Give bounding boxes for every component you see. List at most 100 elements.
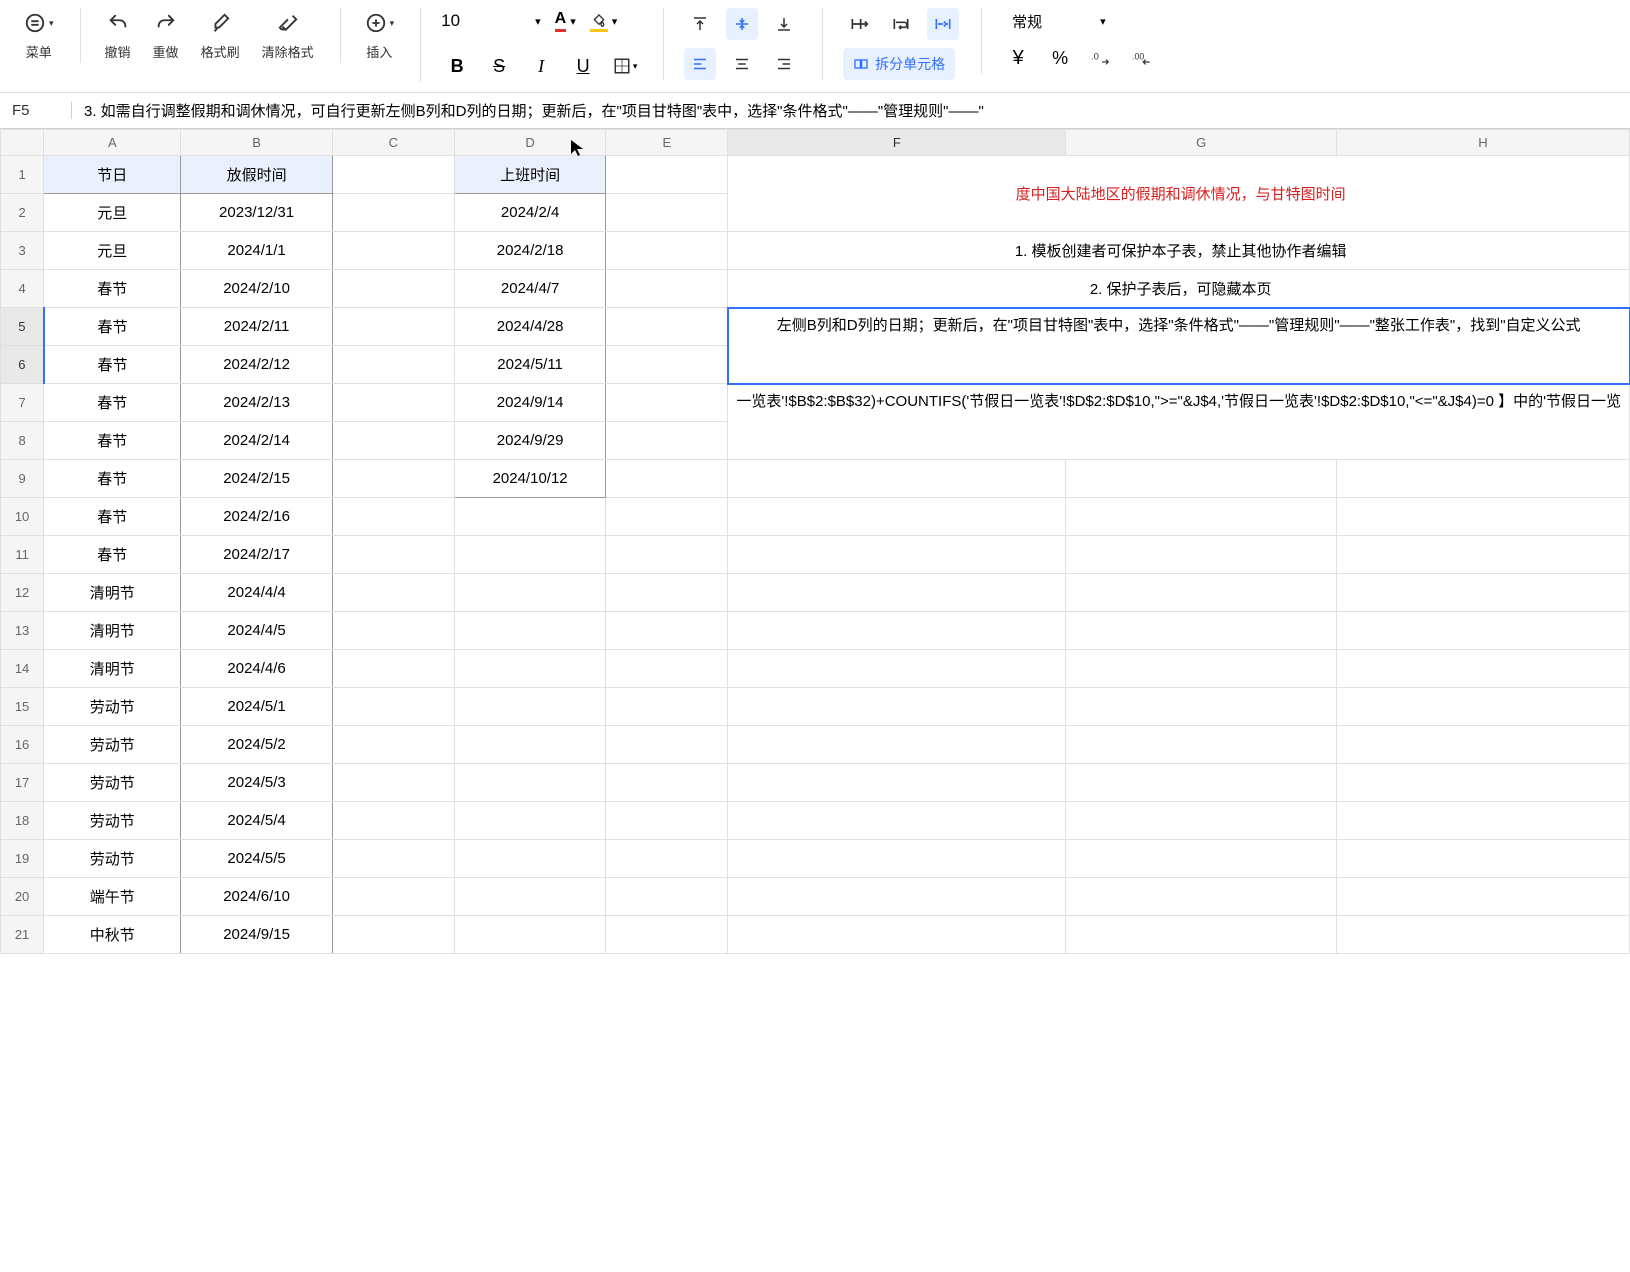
borders-button[interactable]: ▾ — [609, 50, 641, 82]
row-header[interactable]: 4 — [1, 270, 44, 308]
column-header-D[interactable]: D — [454, 130, 605, 156]
cell[interactable] — [332, 802, 454, 840]
cell[interactable] — [332, 498, 454, 536]
select-all-corner[interactable] — [1, 130, 44, 156]
cell[interactable] — [606, 156, 728, 194]
cell[interactable]: 2023/12/31 — [181, 194, 332, 232]
cell[interactable] — [454, 688, 605, 726]
column-header-F[interactable]: F — [728, 130, 1066, 156]
cell[interactable] — [1066, 612, 1336, 650]
cell[interactable]: 2024/1/1 — [181, 232, 332, 270]
cell[interactable] — [1066, 574, 1336, 612]
cell[interactable] — [454, 916, 605, 954]
cell[interactable] — [606, 802, 728, 840]
cell[interactable]: 2024/4/5 — [181, 612, 332, 650]
row-header[interactable]: 13 — [1, 612, 44, 650]
cell[interactable] — [1336, 726, 1629, 764]
cell[interactable] — [332, 308, 454, 346]
valign-bottom-button[interactable] — [768, 8, 800, 40]
cell[interactable]: 春节 — [44, 536, 181, 574]
cell[interactable] — [1336, 460, 1629, 498]
cell[interactable] — [728, 840, 1066, 878]
split-cells-button[interactable]: 拆分单元格 — [843, 48, 955, 80]
cell[interactable]: 2024/2/18 — [454, 232, 605, 270]
cell[interactable] — [332, 346, 454, 384]
font-color-button[interactable]: A ▾ — [555, 10, 576, 32]
column-header-E[interactable]: E — [606, 130, 728, 156]
cell[interactable] — [1336, 536, 1629, 574]
row-header[interactable]: 7 — [1, 384, 44, 422]
increase-decimal-button[interactable]: .00 — [1128, 42, 1160, 74]
row-header[interactable]: 1 — [1, 156, 44, 194]
cell[interactable]: 2024/5/2 — [181, 726, 332, 764]
cell[interactable]: 清明节 — [44, 612, 181, 650]
cell[interactable] — [606, 422, 728, 460]
cell[interactable]: 1. 模板创建者可保护本子表，禁止其他协作者编辑 — [728, 232, 1630, 270]
decrease-decimal-button[interactable]: .0 — [1086, 42, 1118, 74]
align-right-button[interactable] — [768, 48, 800, 80]
fill-color-button[interactable]: ▾ — [590, 13, 618, 29]
cell[interactable] — [606, 270, 728, 308]
clear-format-button[interactable]: 清除格式 — [258, 8, 318, 63]
column-header-H[interactable]: H — [1336, 130, 1629, 156]
cell[interactable] — [332, 916, 454, 954]
row-header[interactable]: 5 — [1, 308, 44, 346]
cell[interactable]: 2024/2/10 — [181, 270, 332, 308]
cell[interactable] — [332, 574, 454, 612]
chevron-down-icon[interactable]: ▾ — [535, 15, 541, 28]
cell[interactable] — [1066, 688, 1336, 726]
cell[interactable]: 2024/4/7 — [454, 270, 605, 308]
valign-top-button[interactable] — [684, 8, 716, 40]
cell[interactable]: 清明节 — [44, 650, 181, 688]
cell[interactable] — [606, 878, 728, 916]
cell[interactable]: 劳动节 — [44, 688, 181, 726]
row-header[interactable]: 3 — [1, 232, 44, 270]
row-header[interactable]: 20 — [1, 878, 44, 916]
cell[interactable]: 2024/9/29 — [454, 422, 605, 460]
cell[interactable] — [1066, 802, 1336, 840]
cell[interactable] — [1066, 840, 1336, 878]
cell[interactable] — [454, 536, 605, 574]
cell[interactable] — [606, 612, 728, 650]
cell[interactable]: 2024/5/1 — [181, 688, 332, 726]
column-header-A[interactable]: A — [44, 130, 181, 156]
cell[interactable] — [454, 878, 605, 916]
cell[interactable] — [1066, 536, 1336, 574]
cell[interactable]: 节日 — [44, 156, 181, 194]
cell[interactable]: 2. 保护子表后，可隐藏本页 — [728, 270, 1630, 308]
valign-middle-button[interactable] — [726, 8, 758, 40]
cell[interactable]: 2024/5/5 — [181, 840, 332, 878]
cell[interactable]: 2024/2/4 — [454, 194, 605, 232]
cell[interactable] — [606, 384, 728, 422]
row-header[interactable]: 8 — [1, 422, 44, 460]
cell[interactable] — [1336, 916, 1629, 954]
cell[interactable] — [454, 650, 605, 688]
cell[interactable] — [332, 536, 454, 574]
percent-button[interactable]: % — [1044, 42, 1076, 74]
cell[interactable] — [728, 764, 1066, 802]
cell[interactable] — [606, 498, 728, 536]
cell[interactable] — [606, 764, 728, 802]
cell[interactable] — [606, 574, 728, 612]
cell-reference[interactable]: F5 — [12, 102, 72, 119]
cell[interactable]: 2024/6/10 — [181, 878, 332, 916]
column-header-G[interactable]: G — [1066, 130, 1336, 156]
cell[interactable]: 度中国大陆地区的假期和调休情况，与甘特图时间 — [728, 156, 1630, 232]
row-header[interactable]: 19 — [1, 840, 44, 878]
cell[interactable]: 春节 — [44, 346, 181, 384]
wrap-clip-button[interactable] — [927, 8, 959, 40]
row-header[interactable]: 15 — [1, 688, 44, 726]
cell[interactable] — [332, 422, 454, 460]
cell[interactable] — [332, 460, 454, 498]
strikethrough-button[interactable]: S — [483, 50, 515, 82]
cell[interactable]: 中秋节 — [44, 916, 181, 954]
cell[interactable] — [606, 346, 728, 384]
currency-button[interactable]: ¥ — [1002, 42, 1034, 74]
cell[interactable] — [1066, 878, 1336, 916]
cell[interactable]: 左侧B列和D列的日期；更新后，在"项目甘特图"表中，选择"条件格式"——"管理规… — [728, 308, 1630, 384]
cell[interactable] — [1066, 726, 1336, 764]
row-header[interactable]: 9 — [1, 460, 44, 498]
row-header[interactable]: 2 — [1, 194, 44, 232]
cell[interactable] — [332, 270, 454, 308]
cell[interactable]: 2024/5/4 — [181, 802, 332, 840]
